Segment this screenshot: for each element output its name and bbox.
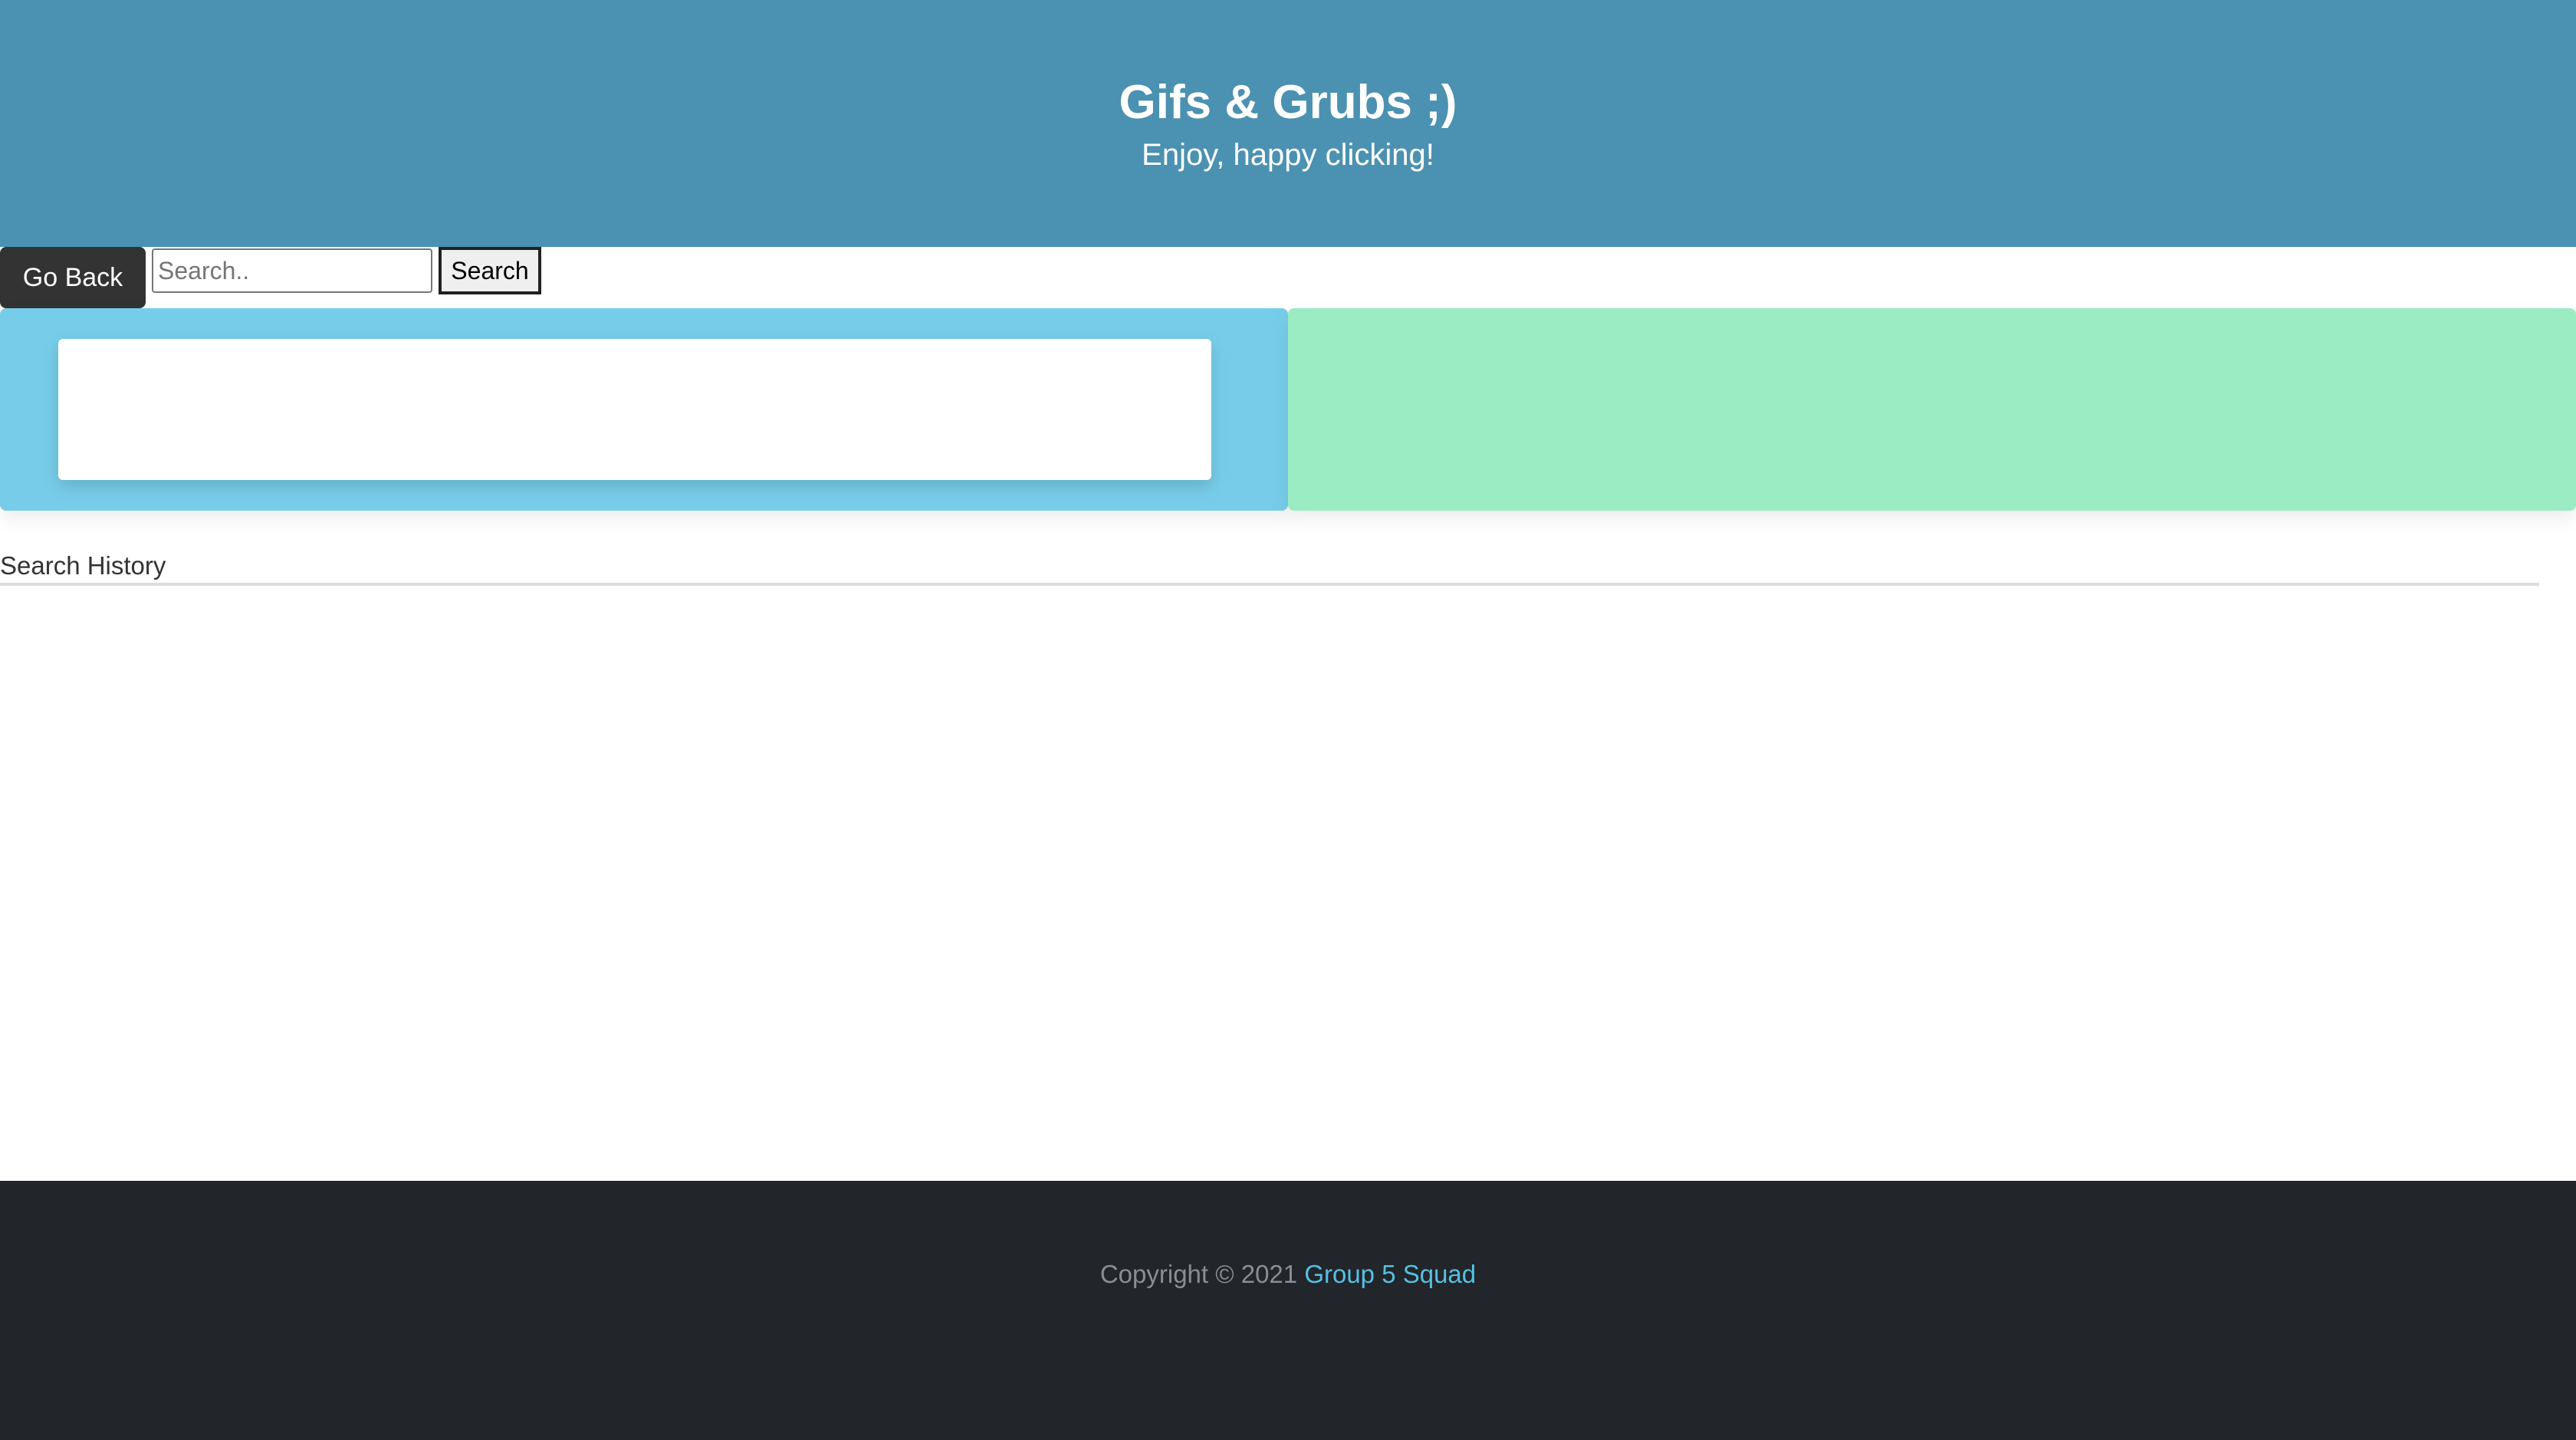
site-subtitle: Enjoy, happy clicking! — [1142, 138, 1434, 172]
site-title: Gifs & Grubs ;) — [1119, 76, 1457, 129]
copyright-text: Copyright © 2021 — [1099, 1260, 1298, 1288]
site-header: Gifs & Grubs ;) Enjoy, happy clicking! — [0, 0, 2576, 247]
footer-copyright: Copyright © 2021 Group 5 Squad — [0, 1258, 2576, 1291]
gif-result-card — [58, 339, 1211, 480]
group-link[interactable]: Group 5 Squad — [1304, 1260, 1476, 1288]
go-back-button[interactable]: Go Back — [0, 247, 146, 308]
search-history-heading: Search History — [0, 551, 166, 580]
search-button[interactable]: Search — [439, 247, 541, 294]
search-input[interactable] — [152, 248, 432, 293]
site-footer: Copyright © 2021 Group 5 Squad — [0, 1181, 2576, 1440]
search-history-divider — [0, 583, 2539, 586]
gif-panel — [0, 308, 1288, 511]
recipe-panel — [1288, 308, 2576, 511]
search-toolbar: Go Back Search — [0, 247, 2576, 308]
